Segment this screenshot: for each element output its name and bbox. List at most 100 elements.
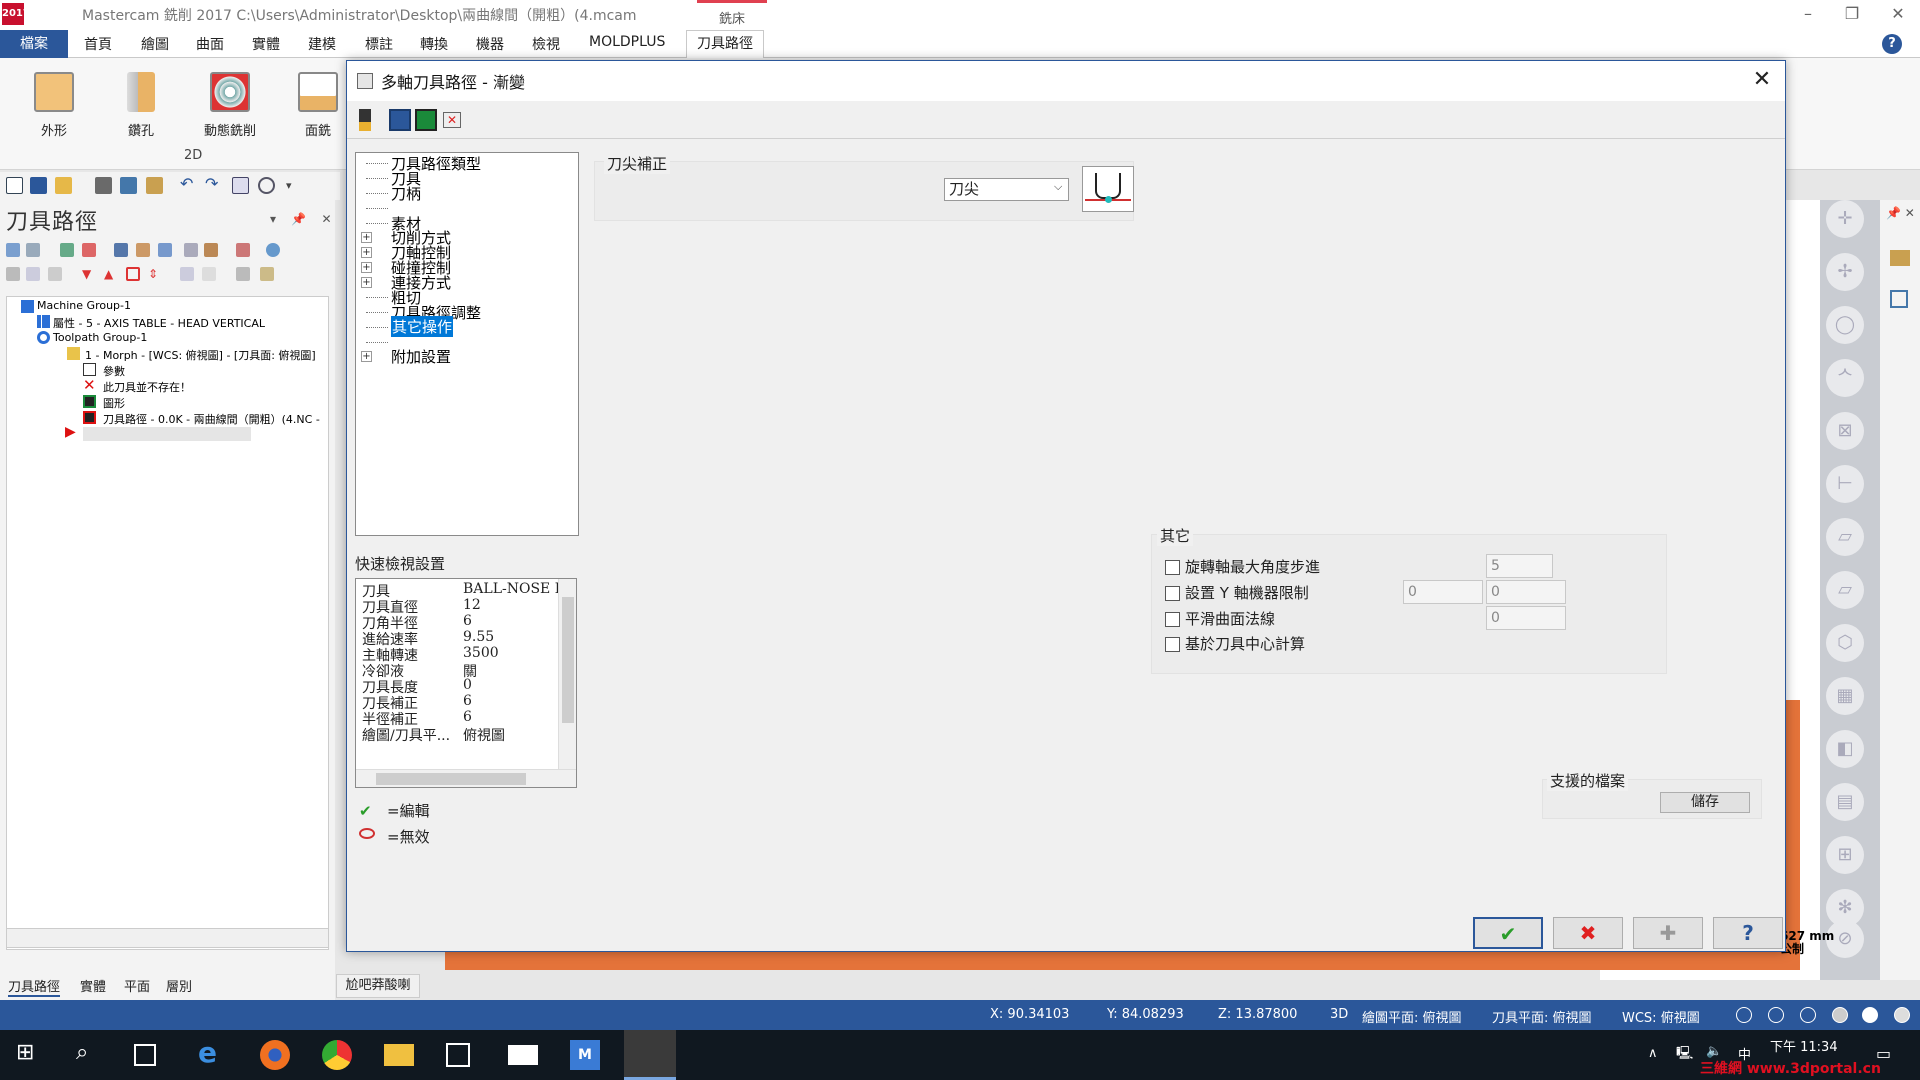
regen-icon[interactable] [60,243,74,257]
close-window-button[interactable]: ✕ [1886,4,1910,24]
layers-icon[interactable]: ◧ [1826,730,1864,768]
toggle-post-icon[interactable] [48,267,62,281]
tree-geometry[interactable]: 圖形 [103,395,125,411]
undo-icon[interactable]: ↶ [180,174,197,193]
parameter-tree[interactable]: 刀具路徑類型 刀具 刀柄 素材 + 切削方式 + 刀軸控制 + 碰撞控制 + 連… [355,152,579,536]
pin-icon[interactable]: 📌 ✕ [1886,206,1915,220]
curve-icon[interactable]: ᄉ [1826,359,1864,397]
toolpath-tree[interactable]: Machine Group-1 屬性 - 5 - AXIS TABLE - HE… [6,296,329,950]
dimension-icon[interactable]: ⊢ [1826,465,1864,503]
tab-model-prep[interactable]: 建模 [308,34,336,54]
tab-transform[interactable]: 轉換 [420,34,448,54]
bottom-tab-planes[interactable]: 平面 [124,976,150,995]
customize-chevron-icon[interactable]: ▾ [286,179,303,196]
quick-view-horizontal-scrollbar[interactable] [356,769,576,787]
tab-view[interactable]: 檢視 [532,34,560,54]
windows-start-icon[interactable]: ⊞ [16,1040,46,1070]
grid-icon[interactable]: ⊞ [1826,836,1864,874]
scrollbar-thumb[interactable] [376,773,526,785]
open-folder-icon[interactable] [55,177,72,194]
dialog-close-button[interactable]: ✕ [1747,65,1777,95]
help-small-icon[interactable] [266,243,280,257]
simulate-icon[interactable] [158,243,172,257]
delete-defaults-icon[interactable]: ✕ [443,112,461,128]
tab-surfaces[interactable]: 曲面 [196,34,224,54]
display-options-icon[interactable] [236,267,250,281]
expand-icon[interactable]: + [361,262,372,273]
solid-shading-icon[interactable] [1890,250,1910,266]
tab-wireframe[interactable]: 繪圖 [141,34,169,54]
max-angle-step-input[interactable]: 5 [1486,554,1553,578]
manager-tab[interactable]: 尬吧莽酸喇 [336,974,420,998]
quick-view-settings[interactable]: 刀具 BALL-NOSE E 刀具直徑 12 刀角半徑 6 進給速率 9.55 … [355,578,577,788]
nav-additional-settings[interactable]: 附加設置 [391,346,451,367]
drill-button[interactable]: 鑽孔 [105,70,177,160]
ruler-icon[interactable]: ▱ [1826,518,1864,556]
mastercam-taskbar-icon[interactable]: M [570,1040,600,1070]
shaded-edges-icon[interactable] [1862,1007,1878,1023]
tray-chevron-icon[interactable]: ∧ [1648,1046,1658,1061]
firefox-icon[interactable] [260,1040,290,1070]
task-view-icon[interactable] [134,1044,156,1066]
y-axis-limit-checkbox[interactable] [1165,586,1180,601]
tab-machine[interactable]: 機器 [476,34,504,54]
list-icon[interactable] [232,177,249,194]
move-up-icon[interactable]: ▲ [104,267,118,281]
mastercam-active-icon[interactable] [624,1030,676,1080]
tab-file[interactable]: 檔案 [0,30,68,58]
volume-icon[interactable]: 🔈 [1706,1044,1722,1059]
globe-icon[interactable] [1736,1007,1752,1023]
clock[interactable]: 下午 11:34 [1770,1036,1838,1055]
contour-button[interactable]: 外形 [18,70,90,160]
cancel-button[interactable]: ✖ [1553,917,1623,949]
search-icon[interactable]: ⌕ [76,1040,106,1070]
new-file-icon[interactable] [6,177,23,194]
expand-icon[interactable]: + [361,277,372,288]
nav-misc-operations[interactable]: 其它操作 [391,316,454,337]
merge-icon[interactable] [146,177,163,194]
expand-icon[interactable]: + [361,351,372,362]
measure-icon[interactable]: ▱ [1826,571,1864,609]
tab-toolpaths[interactable]: 刀具路徑 [686,30,764,59]
save-defaults-icon[interactable] [389,109,411,131]
scroll-arrow-icon[interactable]: ⇕ [148,267,162,281]
expand-icon[interactable]: + [361,247,372,258]
lock-icon[interactable] [6,267,20,281]
expand-icon[interactable]: + [361,232,372,243]
translucent-icon[interactable] [1894,1007,1910,1023]
save-button[interactable]: 儲存 [1660,792,1750,813]
file-explorer-icon[interactable] [384,1044,414,1066]
expand-icon[interactable] [202,267,216,281]
box-icon[interactable]: ▦ [1826,677,1864,715]
deselect-icon[interactable] [26,243,40,257]
analyze-icon[interactable] [258,177,275,194]
store-icon[interactable] [446,1043,470,1067]
chevron-down-icon[interactable]: ⌵ [1054,180,1062,194]
pan-icon[interactable]: ✢ [1826,253,1864,291]
apply-button[interactable]: ✚ [1633,917,1703,949]
nav-holder[interactable]: 刀柄 [391,183,421,204]
max-angle-step-checkbox[interactable] [1165,560,1180,575]
tab-solids[interactable]: 實體 [252,34,280,54]
cube-icon[interactable]: ⬡ [1826,624,1864,662]
chrome-icon[interactable] [322,1040,352,1070]
wcs-plane[interactable]: WCS: 俯視圖 [1622,1007,1700,1026]
tree-machine-group[interactable]: Machine Group-1 [37,299,131,312]
bottom-tab-levels[interactable]: 層別 [166,976,192,995]
single-step-icon[interactable] [180,267,194,281]
y-axis-min-input[interactable]: 0 [1403,580,1483,604]
shaded-icon[interactable] [1832,1007,1848,1023]
tab-moldplus[interactable]: MOLDPLUS [589,34,665,50]
save-as-icon[interactable] [120,177,137,194]
view-mode[interactable]: 3D [1330,1007,1348,1022]
y-axis-max-input[interactable]: 0 [1486,580,1566,604]
zoom-icon[interactable]: ✛ [1826,200,1864,238]
tool-center-checkbox[interactable] [1165,637,1180,652]
toggle-display-icon[interactable] [26,267,40,281]
tree-toolpath-file[interactable]: 刀具路徑 - 0.0K - 兩曲線間（開粗）(4.NC - [103,411,320,427]
tree-properties[interactable]: 屬性 - 5 - AXIS TABLE - HEAD VERTICAL [53,315,265,331]
bottom-tab-solids[interactable]: 實體 [80,976,106,995]
tab-home[interactable]: 首頁 [84,34,112,54]
help-button[interactable]: ? [1713,917,1783,949]
insert-arrow-icon[interactable] [126,267,140,281]
